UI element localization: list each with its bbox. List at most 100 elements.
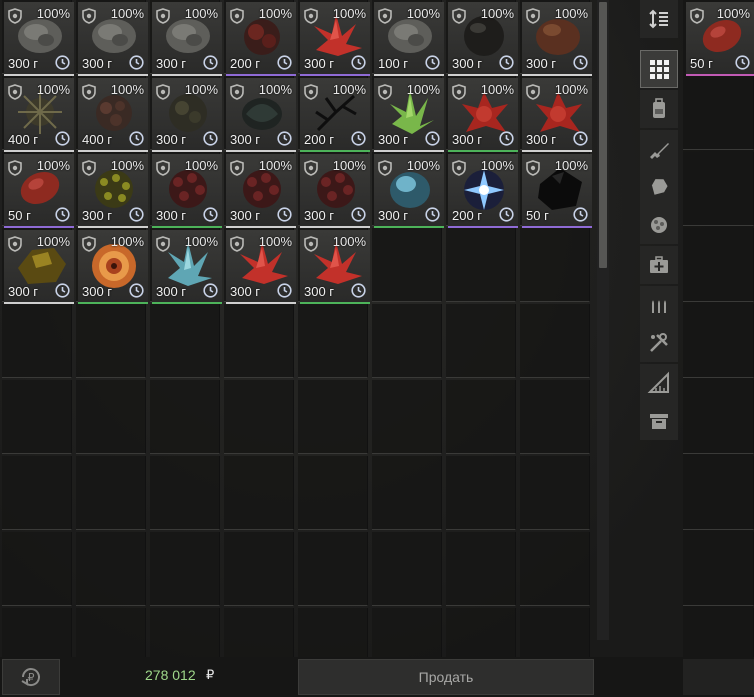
inventory-item[interactable]: 100% 300 г <box>374 154 444 228</box>
inventory-item[interactable]: 100% 300 г <box>78 230 148 304</box>
inventory-item[interactable]: 100% 300 г <box>448 2 518 76</box>
stash-slot[interactable] <box>683 456 754 530</box>
inventory-slot[interactable] <box>2 380 72 454</box>
stash-slot[interactable] <box>683 532 754 606</box>
inventory-slot[interactable] <box>298 532 368 606</box>
inventory-slot[interactable] <box>372 228 442 302</box>
inventory-item[interactable]: 100% 300 г <box>226 230 296 304</box>
inventory-slot[interactable] <box>76 304 146 378</box>
category-rifle-button[interactable] <box>640 130 678 168</box>
inventory-slot[interactable] <box>224 380 294 454</box>
inventory-slot[interactable] <box>150 304 220 378</box>
item-weight: 300 г <box>452 132 483 147</box>
inventory-item[interactable]: 100% 300 г <box>78 2 148 76</box>
inventory-item[interactable]: 100% 300 г <box>152 230 222 304</box>
inventory-slot[interactable] <box>150 532 220 606</box>
inventory-slot[interactable] <box>224 456 294 530</box>
inventory-item[interactable]: 100% 300 г <box>522 2 592 76</box>
inventory-slot[interactable] <box>2 456 72 530</box>
item-weight: 300 г <box>230 284 261 299</box>
category-sort-button[interactable] <box>640 0 678 38</box>
inventory-slot[interactable] <box>2 304 72 378</box>
inventory-slot[interactable] <box>76 456 146 530</box>
inventory-item[interactable]: 100% 300 г <box>300 230 370 304</box>
category-armor-button[interactable] <box>640 168 678 206</box>
inventory-slot[interactable] <box>520 456 590 530</box>
inventory-slot[interactable] <box>298 304 368 378</box>
inventory-item[interactable]: 100% 300 г <box>300 2 370 76</box>
clock-icon <box>425 131 440 146</box>
inventory-item[interactable]: 100% 300 г <box>4 2 74 76</box>
backpack-icon <box>653 98 665 118</box>
inventory-slot[interactable] <box>372 380 442 454</box>
scrollbar-thumb[interactable] <box>599 2 607 268</box>
inventory-item[interactable]: 100% 200 г <box>300 78 370 152</box>
inventory-slot[interactable] <box>150 380 220 454</box>
inventory-slot[interactable] <box>520 228 590 302</box>
stash-slot[interactable] <box>683 76 754 150</box>
inventory-slot[interactable] <box>446 380 516 454</box>
inventory-item[interactable]: 100% 300 г <box>448 78 518 152</box>
category-grid-button[interactable] <box>640 50 678 88</box>
stash-slot[interactable] <box>683 380 754 454</box>
stash-item[interactable]: 100% 50 г <box>686 2 754 76</box>
clock-icon <box>425 55 440 70</box>
inventory-item[interactable]: 100% 300 г <box>226 78 296 152</box>
condition-percent: 100% <box>332 158 366 173</box>
inventory-item[interactable]: 100% 200 г <box>226 2 296 76</box>
inventory-item[interactable]: 100% 400 г <box>78 78 148 152</box>
inventory-slot[interactable] <box>372 304 442 378</box>
inventory-item[interactable]: 100% 300 г <box>226 154 296 228</box>
inventory-item[interactable]: 100% 300 г <box>78 154 148 228</box>
inventory-item[interactable]: 100% 100 г <box>374 2 444 76</box>
condition-percent: 100% <box>554 6 588 21</box>
inventory-slot[interactable] <box>446 304 516 378</box>
inventory-grid: 100% 300 г 100% 300 г 100% 300 г 100% 200 г 100%… <box>2 0 594 682</box>
inventory-item[interactable]: 100% 300 г <box>300 154 370 228</box>
category-ammo-button[interactable] <box>640 286 678 324</box>
inventory-item[interactable]: 100% 300 г <box>152 2 222 76</box>
inventory-slot[interactable] <box>298 380 368 454</box>
ruble-refresh-button[interactable]: ₽ <box>2 659 60 695</box>
inventory-item[interactable]: 100% 300 г <box>152 78 222 152</box>
category-tools-button[interactable] <box>640 324 678 362</box>
inventory-slot[interactable] <box>520 380 590 454</box>
stash-column: 100% 50 г <box>683 0 754 682</box>
inventory-slot[interactable] <box>446 456 516 530</box>
category-box-button[interactable] <box>640 402 678 440</box>
inventory-slot[interactable] <box>446 532 516 606</box>
stash-slot[interactable] <box>683 152 754 226</box>
clock-icon <box>277 131 292 146</box>
inventory-slot[interactable] <box>520 532 590 606</box>
clock-icon <box>203 131 218 146</box>
inventory-slot[interactable] <box>150 456 220 530</box>
item-weight: 200 г <box>230 56 261 71</box>
inventory-item[interactable]: 100% 300 г <box>374 78 444 152</box>
inventory-slot[interactable] <box>372 532 442 606</box>
inventory-item[interactable]: 100% 300 г <box>152 154 222 228</box>
inventory-slot[interactable] <box>2 532 72 606</box>
inventory-slot[interactable] <box>224 532 294 606</box>
inventory-item[interactable]: 100% 300 г <box>4 230 74 304</box>
inventory-slot[interactable] <box>76 380 146 454</box>
inventory-slot[interactable] <box>520 304 590 378</box>
category-artifact-button[interactable] <box>640 206 678 244</box>
category-medkit-button[interactable] <box>640 246 678 284</box>
category-ruler-button[interactable] <box>640 364 678 402</box>
stash-slot[interactable] <box>683 228 754 302</box>
ruble-cycle-icon: ₽ <box>21 668 40 687</box>
inventory-slot[interactable] <box>446 228 516 302</box>
inventory-item[interactable]: 100% 300 г <box>522 78 592 152</box>
inventory-slot[interactable] <box>76 532 146 606</box>
inventory-slot[interactable] <box>372 456 442 530</box>
sell-button[interactable]: Продать <box>298 659 594 695</box>
stash-slot[interactable] <box>683 304 754 378</box>
inventory-item[interactable]: 100% 200 г <box>448 154 518 228</box>
category-backpack-button[interactable] <box>640 90 678 128</box>
condition-percent: 100% <box>184 158 218 173</box>
inventory-slot[interactable] <box>298 456 368 530</box>
inventory-item[interactable]: 100% 400 г <box>4 78 74 152</box>
inventory-item[interactable]: 100% 50 г <box>522 154 592 228</box>
inventory-item[interactable]: 100% 50 г <box>4 154 74 228</box>
inventory-slot[interactable] <box>224 304 294 378</box>
